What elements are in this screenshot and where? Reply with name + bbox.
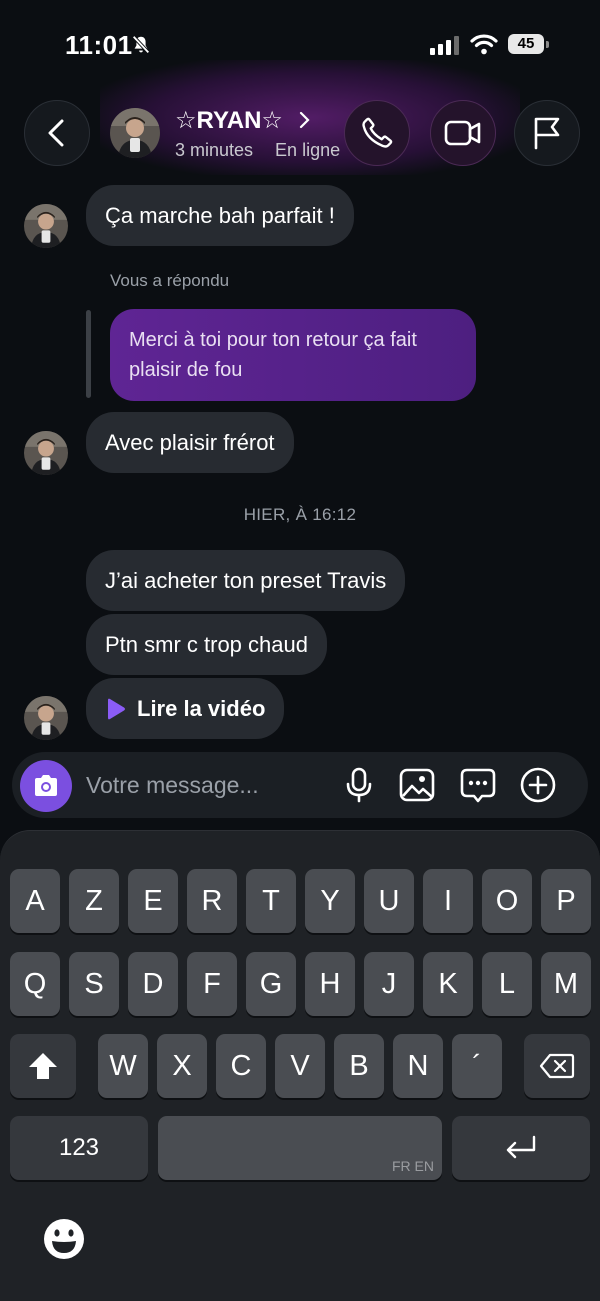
sender-avatar[interactable] [24,696,68,740]
play-video-bubble[interactable]: Lire la vidéo [86,678,285,739]
contact-name[interactable]: ☆RYAN☆ [175,106,283,135]
avatar-photo-icon [24,204,68,248]
key-i[interactable]: I [423,869,473,933]
key-m[interactable]: M [541,952,591,1016]
avatar-photo-icon [24,431,68,475]
key-p[interactable]: P [541,869,591,933]
contact-avatar[interactable] [110,108,160,158]
key-w[interactable]: W [98,1034,148,1098]
bell-muted-icon [132,35,150,54]
key-accent[interactable]: ´ [452,1034,502,1098]
key-e[interactable]: E [128,869,178,933]
space-key[interactable]: FR EN [158,1116,442,1180]
quick-reply-icon[interactable] [459,766,497,804]
key-z[interactable]: Z [69,869,119,933]
add-plus-icon[interactable] [519,766,557,804]
key-v[interactable]: V [275,1034,325,1098]
day-separator: HIER, À 16:12 [243,505,357,524]
reply-quote-bar [86,310,91,398]
message-bubble[interactable]: Ça marche bah parfait ! [86,185,354,246]
last-seen-text: 3 minutes [175,140,254,160]
avatar-photo-icon [110,108,160,158]
key-k[interactable]: K [423,952,473,1016]
message-composer [12,752,588,818]
wifi-icon [470,34,498,55]
delete-key[interactable] [524,1034,590,1098]
return-key[interactable] [452,1116,590,1180]
shift-arrow-icon [29,1053,57,1079]
key-h[interactable]: H [305,952,355,1016]
voice-call-button[interactable] [344,100,410,166]
key-q[interactable]: Q [10,952,60,1016]
key-c[interactable]: C [216,1034,266,1098]
avatar-photo-icon [24,696,68,740]
microphone-icon[interactable] [340,766,378,804]
flag-icon [534,117,560,150]
my-message-bubble[interactable]: Merci à toi pour ton retour ça fait plai… [110,309,476,401]
key-a[interactable]: A [10,869,60,933]
key-g[interactable]: G [246,952,296,1016]
presence-text: En ligne [275,140,341,160]
message-bubble[interactable]: J’ai acheter ton preset Travis [86,550,406,611]
gallery-image-icon[interactable] [398,766,436,804]
key-u[interactable]: U [364,869,414,933]
report-button[interactable] [514,100,580,166]
video-camera-icon [444,120,481,146]
back-button[interactable] [24,100,90,166]
emoji-keyboard-icon[interactable] [42,1217,86,1261]
language-label: FR EN [392,1158,434,1174]
key-d[interactable]: D [128,952,178,1016]
key-t[interactable]: T [246,869,296,933]
status-time: 11:01 [65,30,133,60]
sender-avatar[interactable] [24,204,68,248]
reply-note: Vous a répondu [110,271,230,290]
key-s[interactable]: S [69,952,119,1016]
message-bubble[interactable]: Avec plaisir frérot [86,412,294,473]
cellular-signal-icon [430,36,459,55]
numbers-key[interactable]: 123 [10,1116,148,1180]
key-y[interactable]: Y [305,869,355,933]
message-input[interactable] [86,769,326,801]
key-n[interactable]: N [393,1034,443,1098]
message-bubble[interactable]: Ptn smr c trop chaud [86,614,327,675]
camera-icon [35,775,57,796]
chevron-left-icon [48,119,64,147]
key-f[interactable]: F [187,952,237,1016]
key-o[interactable]: O [482,869,532,933]
play-video-label: Lire la vidéo [137,696,266,721]
camera-button[interactable] [20,760,72,812]
backspace-icon [539,1053,575,1079]
key-b[interactable]: B [334,1034,384,1098]
play-icon [108,698,125,719]
shift-key[interactable] [10,1034,76,1098]
key-l[interactable]: L [482,952,532,1016]
key-j[interactable]: J [364,952,414,1016]
contact-status: 3 minutes En ligne [175,140,343,161]
battery-indicator: 45 [508,34,549,54]
key-x[interactable]: X [157,1034,207,1098]
chevron-right-icon[interactable] [298,110,312,130]
phone-icon [362,117,393,148]
key-r[interactable]: R [187,869,237,933]
return-arrow-icon [506,1135,536,1159]
video-call-button[interactable] [430,100,496,166]
sender-avatar[interactable] [24,431,68,475]
